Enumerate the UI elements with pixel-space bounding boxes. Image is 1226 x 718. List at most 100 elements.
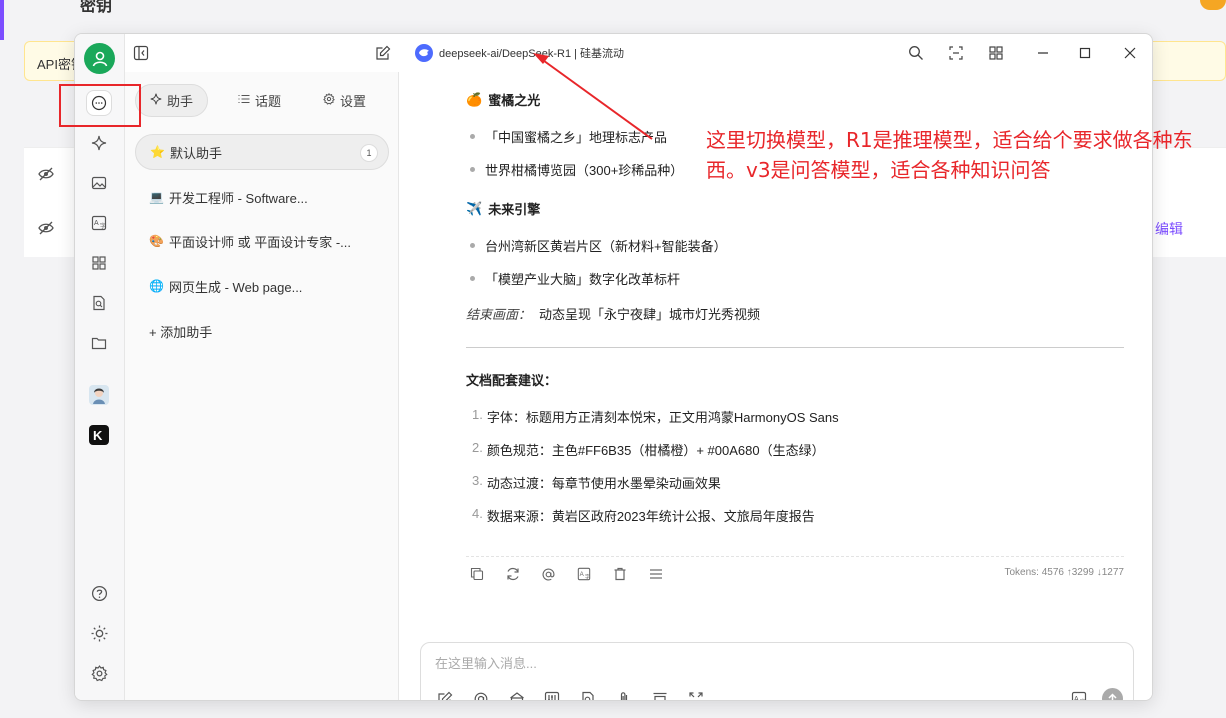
tab-topics[interactable]: 话题 [224, 84, 295, 117]
message-toolbar: A字 Tokens: 4576 ↑3299 ↓1277 [466, 556, 1124, 592]
laptop-icon: 💻 [149, 190, 164, 204]
tab-label: 设置 [340, 94, 367, 109]
parameters-sliders-icon[interactable] [542, 689, 562, 700]
arrow-up-icon [1108, 693, 1117, 700]
orange-icon: 🍊 [466, 91, 483, 107]
ending-text: 动态呈现「永宁夜肆」城市灯光秀视频 [539, 307, 761, 322]
assistant-sidebar: 助手 话题 设置 ⭐ 默认助手 1 💻 开发工程师 - Software... [125, 72, 399, 700]
svg-text:字: 字 [585, 572, 590, 580]
topic-count-badge: 1 [360, 144, 378, 162]
eye-off-icon[interactable] [38, 166, 54, 185]
section-heading: ✈️ 未来引擎 [466, 199, 1124, 218]
annotation-text: 这里切换模型，R1是推理模型，适合给个要求做各种东西。v3是问答模型，适合各种知… [706, 128, 1193, 182]
numbered-item: 2. 颜色规范：主色#FF6B35（柑橘橙）+ #00A680（生态绿） [472, 440, 825, 458]
image-icon[interactable] [86, 170, 112, 196]
model-selector[interactable]: deepseek-ai/DeepSeek-R1 | 硅基流动 [415, 44, 624, 62]
new-chat-edit-icon[interactable] [373, 43, 393, 63]
clear-context-icon[interactable] [650, 689, 670, 700]
item-text: 字体：标题用方正清刻本悦宋，正文用鸿蒙HarmonyOS Sans [486, 410, 839, 425]
sidebar-tabs: 助手 话题 设置 [135, 84, 380, 117]
mini-app-k-icon[interactable]: K [86, 422, 112, 448]
svg-text:A: A [1074, 696, 1079, 701]
search-icon[interactable] [906, 43, 926, 63]
mention-model-icon[interactable] [539, 565, 557, 583]
list-item: 「模塑产业大脑」数字化改革标杆 [470, 269, 1124, 288]
svg-text:A: A [94, 220, 99, 227]
web-search-icon[interactable] [578, 689, 598, 700]
knowledge-base-icon[interactable] [507, 689, 527, 700]
copy-icon[interactable] [468, 565, 486, 583]
mini-app-avatar-icon[interactable] [86, 382, 112, 408]
ending-line: 结束画面： 动态呈现「永宁夜肆」城市灯光秀视频 [466, 304, 1124, 323]
assistant-item-webpage[interactable]: 🌐 网页生成 - Web page... [135, 268, 389, 304]
message-input-box: A字 [420, 642, 1134, 701]
sparkle-icon [150, 93, 162, 108]
assistant-name: 平面设计师 或 平面设计专家 -... [169, 234, 352, 250]
assistant-item-default[interactable]: ⭐ 默认助手 1 [135, 134, 389, 170]
section-heading: 🍊 蜜橘之光 [466, 90, 1124, 109]
tab-assistants[interactable]: 助手 [135, 84, 209, 117]
add-assistant-button[interactable]: + 添加助手 [135, 313, 389, 349]
send-button[interactable] [1102, 688, 1123, 700]
fullscreen-expand-icon[interactable] [686, 689, 706, 700]
translate-icon[interactable]: A字 [575, 565, 593, 583]
mention-model-icon[interactable] [471, 689, 491, 700]
assistant-name: 开发工程师 - Software... [169, 190, 308, 206]
deepseek-logo-icon [415, 44, 433, 62]
help-icon[interactable] [86, 580, 112, 606]
list-item: 台州湾新区黄岩片区（新材料+智能装备） [470, 236, 1124, 255]
token-usage: Tokens: 4576 ↑3299 ↓1277 [1004, 567, 1124, 578]
tab-settings[interactable]: 设置 [309, 84, 380, 117]
tab-label: 话题 [255, 94, 282, 109]
doc-title: 文档配套建议： [466, 373, 558, 388]
attachment-paperclip-icon[interactable] [614, 689, 634, 700]
ending-label: 结束画面： [466, 307, 532, 322]
section-title: 蜜橘之光 [488, 93, 541, 108]
mini-apps-grid-icon[interactable] [986, 43, 1006, 63]
numbered-item: 1. 字体：标题用方正清刻本悦宋，正文用鸿蒙HarmonyOS Sans [472, 407, 839, 425]
background-edit-link[interactable]: 编辑 [1155, 219, 1183, 239]
sparkle-icon[interactable] [86, 130, 112, 156]
model-name-label: deepseek-ai/DeepSeek-R1 | 硅基流动 [439, 48, 625, 60]
airplane-icon: ✈️ [466, 200, 483, 216]
title-bar: deepseek-ai/DeepSeek-R1 | 硅基流动 [75, 34, 1152, 72]
minimize-icon[interactable] [1033, 43, 1053, 63]
translate-icon[interactable]: A字 [86, 210, 112, 236]
regenerate-icon[interactable] [504, 565, 522, 583]
expand-view-icon[interactable] [946, 43, 966, 63]
item-text: 颜色规范：主色#FF6B35（柑橘橙）+ #00A680（生态绿） [486, 443, 825, 458]
assistant-item-developer[interactable]: 💻 开发工程师 - Software... [135, 179, 389, 215]
message-input[interactable] [435, 653, 1115, 673]
settings-gear-icon[interactable] [86, 660, 112, 686]
svg-text:K: K [93, 428, 103, 443]
tab-label: 助手 [167, 94, 194, 109]
theme-sun-icon[interactable] [86, 620, 112, 646]
apps-grid-icon[interactable] [86, 250, 112, 276]
delete-trash-icon[interactable] [611, 565, 629, 583]
globe-icon: 🌐 [149, 279, 164, 293]
list-icon [238, 93, 250, 108]
gear-icon [323, 92, 335, 108]
icon-rail: A字 K [75, 34, 125, 700]
knowledge-search-icon[interactable] [86, 290, 112, 316]
folder-icon[interactable] [86, 330, 112, 356]
section-title: 未来引擎 [488, 202, 541, 217]
more-menu-icon[interactable] [647, 565, 665, 583]
new-topic-edit-icon[interactable] [435, 689, 455, 700]
close-icon[interactable] [1120, 43, 1140, 63]
translate-input-icon[interactable]: A字 [1069, 689, 1089, 701]
add-assistant-label: + 添加助手 [149, 324, 213, 340]
item-text: 数据来源：黄岩区政府2023年统计公报、文旅局年度报告 [486, 509, 815, 524]
maximize-icon[interactable] [1075, 43, 1095, 63]
svg-text:A: A [580, 571, 585, 578]
divider [466, 347, 1124, 348]
background-accent-strip [0, 0, 4, 40]
eye-off-icon[interactable] [38, 220, 54, 239]
assistant-name: 网页生成 - Web page... [169, 279, 303, 295]
toggle-sidebar-icon[interactable] [131, 43, 151, 63]
assistant-item-designer[interactable]: 🎨 平面设计师 或 平面设计专家 -... [135, 223, 389, 259]
svg-text:字: 字 [100, 222, 106, 230]
star-icon: ⭐ [150, 145, 165, 159]
numbered-item: 4. 数据来源：黄岩区政府2023年统计公报、文旅局年度报告 [472, 506, 815, 524]
numbered-item: 3. 动态过渡：每章节使用水墨晕染动画效果 [472, 473, 721, 491]
